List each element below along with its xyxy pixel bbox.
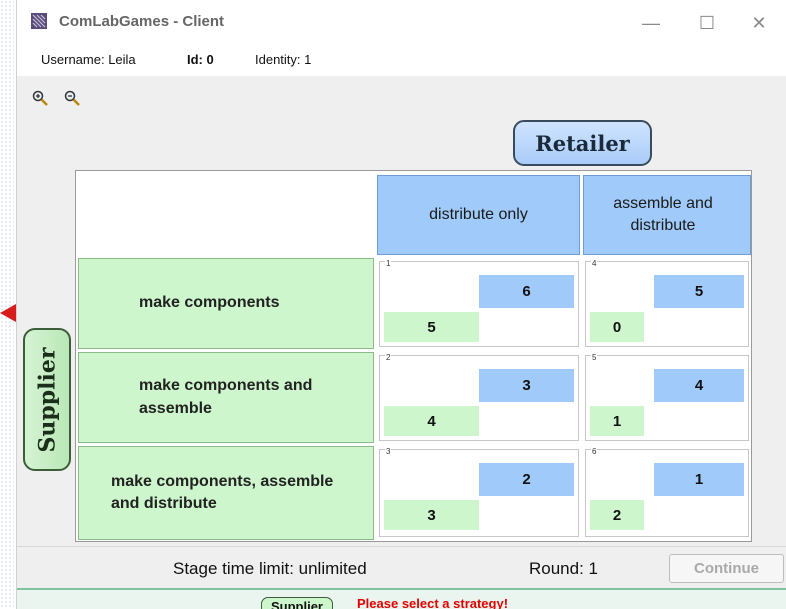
retailer-payoff: 4 [654, 369, 744, 402]
user-info-bar: Username: Leila Id: 0 Identity: 1 [17, 44, 786, 76]
column-header-label: assemble and distribute [613, 195, 713, 234]
red-arrow-marker [0, 304, 16, 322]
supplier-payoff: 3 [384, 500, 479, 530]
cell-number: 2 [385, 353, 392, 362]
supplier-payoff: 5 [384, 312, 479, 342]
game-area: Retailer Supplier distribute only assemb… [17, 76, 786, 546]
continue-button[interactable]: Continue [669, 554, 784, 583]
payoff-cell[interactable]: 2 3 4 [379, 353, 579, 441]
supplier-player-text: Supplier [34, 347, 61, 452]
column-header-distribute-only[interactable]: distribute only [377, 175, 580, 255]
cell-number: 1 [385, 259, 392, 268]
round-counter: Round: 1 [529, 559, 598, 578]
supplier-payoff: 2 [590, 500, 644, 530]
username-label: Username: Leila [41, 52, 136, 67]
role-badge: Supplier [261, 597, 333, 609]
window-title: ComLabGames - Client [59, 13, 225, 30]
retailer-payoff: 5 [654, 275, 744, 308]
close-button[interactable]: ✕ [748, 12, 770, 34]
supplier-payoff: 1 [590, 406, 644, 436]
retailer-payoff: 6 [479, 275, 574, 308]
column-header-assemble-and-distribute[interactable]: assemble and distribute [583, 175, 751, 255]
zoom-in-icon[interactable] [31, 89, 49, 107]
zoom-out-icon[interactable] [63, 89, 81, 107]
supplier-payoff: 0 [590, 312, 644, 342]
row-header-make-components-and-assemble[interactable]: make components and assemble [78, 352, 374, 443]
stage-time-limit: Stage time limit: unlimited [173, 559, 367, 578]
app-logo-icon [31, 13, 47, 29]
retailer-player-label: Retailer [513, 120, 652, 166]
cell-number: 5 [591, 353, 598, 362]
retailer-payoff: 1 [654, 463, 744, 496]
client-window: ComLabGames - Client — ☐ ✕ Username: Lei… [16, 0, 786, 609]
maximize-button[interactable]: ☐ [696, 12, 718, 34]
payoff-cell[interactable]: 5 4 1 [585, 353, 749, 441]
row-header-make-components[interactable]: make components [78, 258, 374, 349]
payoff-cell[interactable]: 4 5 0 [585, 259, 749, 347]
supplier-player-label: Supplier [23, 328, 71, 471]
row-header-make-components-assemble-and-distribute[interactable]: make components, assemble and distribute [78, 446, 374, 540]
retailer-payoff: 2 [479, 463, 574, 496]
row-header-label: make components, assemble and distribute [111, 472, 334, 512]
supplier-payoff: 4 [384, 406, 479, 436]
minimize-button[interactable]: — [640, 12, 662, 34]
retailer-payoff: 3 [479, 369, 574, 402]
cell-number: 4 [591, 259, 598, 268]
status-bar: Stage time limit: unlimited Round: 1 Con… [17, 546, 786, 588]
payoff-cell[interactable]: 3 2 3 [379, 447, 579, 537]
payoff-cell[interactable]: 1 6 5 [379, 259, 579, 347]
message-strip: Supplier Please select a strategy! [17, 588, 786, 609]
payoff-matrix: distribute only assemble and distribute … [75, 170, 752, 542]
payoff-cell[interactable]: 6 1 2 [585, 447, 749, 537]
title-bar: ComLabGames - Client — ☐ ✕ [17, 0, 786, 44]
strategy-prompt: Please select a strategy! [357, 596, 509, 609]
row-header-label: make components [139, 294, 280, 312]
column-header-label: distribute only [429, 206, 528, 224]
cell-number: 6 [591, 447, 598, 456]
row-header-label: make components and assemble [139, 377, 313, 417]
cell-number: 3 [385, 447, 392, 456]
identity-label: Identity: 1 [255, 52, 312, 67]
id-label: Id: 0 [187, 52, 214, 67]
